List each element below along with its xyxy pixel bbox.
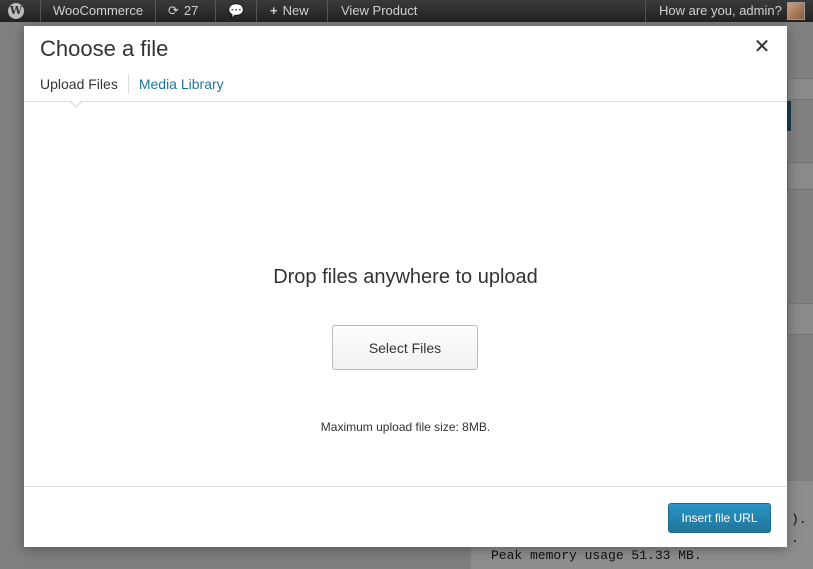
wordpress-logo-icon: W	[8, 3, 24, 19]
modal-tabs: Upload Files Media Library	[40, 72, 234, 96]
background-text: ).	[791, 512, 807, 527]
insert-file-url-button[interactable]: Insert file URL	[668, 503, 771, 533]
new-label: New	[282, 3, 309, 18]
modal-title: Choose a file	[40, 36, 169, 61]
choose-file-modal: Choose a file ✕ Upload Files Media Libra…	[24, 26, 787, 547]
max-upload-size: Maximum upload file size: 8MB.	[320, 420, 491, 434]
tab-media-library[interactable]: Media Library	[129, 74, 234, 94]
site-name-menu[interactable]: WooCommerce	[53, 0, 143, 22]
updates-menu[interactable]: ⟳ 27	[168, 0, 198, 22]
background-box	[787, 303, 813, 335]
my-account-menu[interactable]: How are you, admin?	[659, 0, 805, 22]
background-box	[787, 162, 813, 190]
comment-bubble-icon: 💬	[228, 3, 245, 18]
view-product-link[interactable]: View Product	[341, 0, 417, 22]
comments-menu[interactable]: 💬	[228, 0, 244, 22]
close-icon: ✕	[753, 36, 771, 58]
updates-count: 27	[183, 3, 199, 18]
greeting-label: How are you, admin?	[659, 3, 782, 18]
wordpress-menu[interactable]: W	[8, 0, 24, 22]
refresh-icon: ⟳	[168, 3, 179, 18]
modal-footer-divider	[24, 486, 787, 487]
plus-icon: +	[270, 3, 278, 18]
select-files-button[interactable]: Select Files	[332, 325, 478, 370]
active-tab-indicator	[69, 100, 83, 108]
tab-upload-files[interactable]: Upload Files	[40, 74, 128, 94]
memory-usage-text: Peak memory usage 51.33 MB.	[491, 548, 702, 563]
background-text: .	[791, 531, 799, 546]
site-name-label: WooCommerce	[53, 3, 144, 18]
background-publish-button	[787, 101, 791, 131]
background-box	[787, 78, 813, 100]
close-button[interactable]: ✕	[751, 36, 773, 58]
new-content-menu[interactable]: + New	[270, 0, 309, 22]
view-product-label: View Product	[341, 3, 418, 18]
avatar	[786, 2, 805, 20]
admin-bar: W WooCommerce ⟳ 27 💬 + New View Product …	[0, 0, 813, 22]
tab-divider-line	[24, 101, 787, 102]
drop-files-instruction: Drop files anywhere to upload	[273, 266, 538, 288]
